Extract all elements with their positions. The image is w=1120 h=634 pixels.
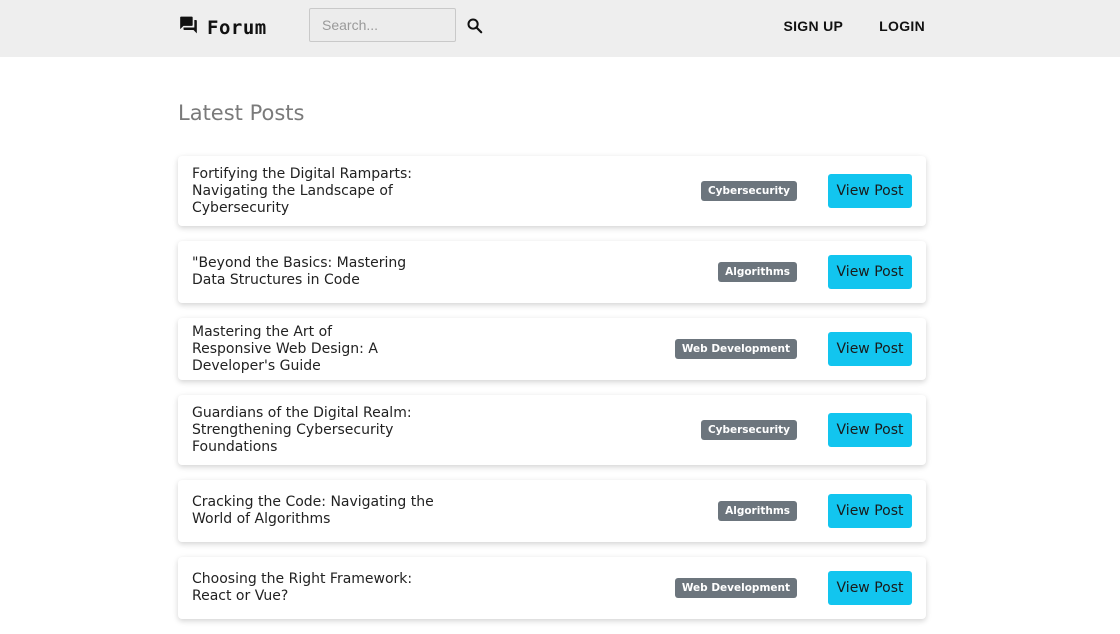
view-post-button[interactable]: View Post — [828, 413, 913, 447]
top-navbar: Forum SIGN UP LOGIN — [0, 0, 1120, 57]
login-link[interactable]: LOGIN — [879, 18, 925, 34]
brand[interactable]: Forum — [178, 15, 267, 40]
sign-up-link[interactable]: SIGN UP — [783, 18, 843, 34]
search-bar — [309, 8, 483, 42]
category-badge: Web Development — [674, 339, 798, 359]
view-post-button[interactable]: View Post — [828, 494, 913, 528]
category-badge: Cybersecurity — [700, 181, 798, 201]
post-card: Guardians of the Digital Realm: Strength… — [178, 395, 926, 465]
post-list: Fortifying the Digital Ramparts: Navigat… — [178, 156, 926, 619]
page-title: Latest Posts — [178, 101, 305, 125]
post-title[interactable]: Guardians of the Digital Realm: Strength… — [192, 405, 466, 456]
category-badge: Algorithms — [718, 501, 798, 521]
forum-icon — [178, 15, 199, 40]
post-card: Cracking the Code: Navigating the World … — [178, 480, 926, 542]
search-icon[interactable] — [465, 16, 483, 34]
view-post-button[interactable]: View Post — [828, 332, 913, 366]
post-card: Fortifying the Digital Ramparts: Navigat… — [178, 156, 926, 226]
main-content: Latest Posts Fortifying the Digital Ramp… — [178, 57, 926, 634]
view-post-button[interactable]: View Post — [828, 174, 913, 208]
view-post-button[interactable]: View Post — [828, 255, 913, 289]
post-title[interactable]: Choosing the Right Framework: React or V… — [192, 571, 453, 605]
brand-name: Forum — [207, 16, 267, 39]
category-badge: Web Development — [674, 578, 798, 598]
category-badge: Algorithms — [718, 262, 798, 282]
post-title[interactable]: Mastering the Art of Responsive Web Desi… — [192, 324, 453, 375]
post-card: Mastering the Art of Responsive Web Desi… — [178, 318, 926, 380]
auth-links: SIGN UP LOGIN — [783, 18, 925, 34]
category-badge: Cybersecurity — [700, 420, 798, 440]
post-card: "Beyond the Basics: Mastering Data Struc… — [178, 241, 926, 303]
post-title[interactable]: "Beyond the Basics: Mastering Data Struc… — [192, 255, 475, 289]
post-title[interactable]: Cracking the Code: Navigating the World … — [192, 494, 475, 528]
post-card: Choosing the Right Framework: React or V… — [178, 557, 926, 619]
search-input[interactable] — [309, 8, 456, 42]
post-title[interactable]: Fortifying the Digital Ramparts: Navigat… — [192, 166, 466, 217]
view-post-button[interactable]: View Post — [828, 571, 913, 605]
